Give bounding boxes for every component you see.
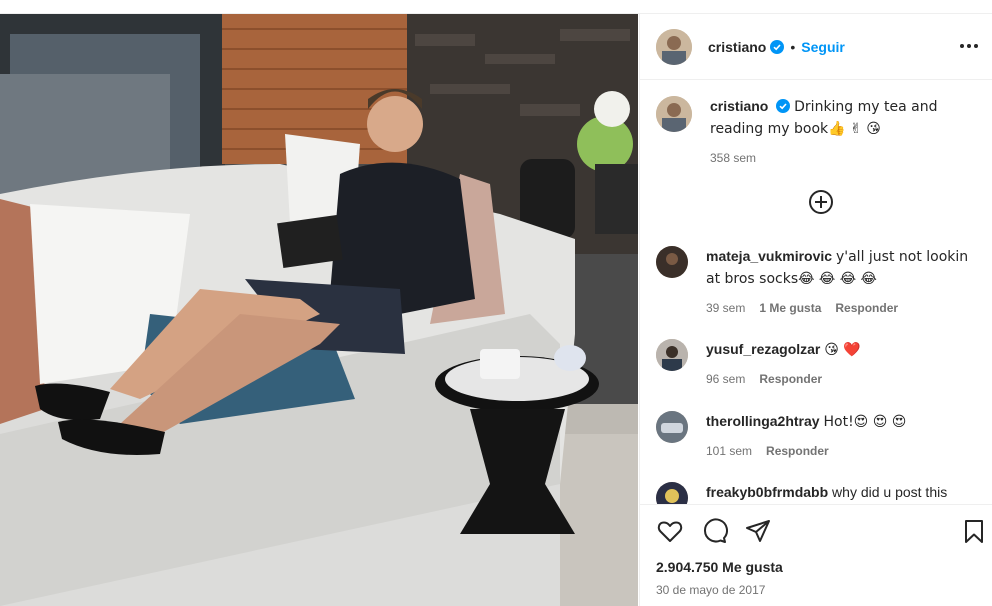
comment-body: mateja_vukmirovic y'all just not lookin …: [706, 246, 986, 319]
add-circle-icon[interactable]: [807, 188, 835, 216]
comment-username[interactable]: therollinga2htray: [706, 413, 820, 429]
caption-time: 358 sem: [710, 151, 757, 165]
more-options-icon[interactable]: [957, 36, 981, 56]
commenter-avatar[interactable]: [656, 246, 688, 278]
verified-badge-icon: [776, 98, 791, 113]
comment-username[interactable]: yusuf_rezagolzar: [706, 341, 820, 357]
comment-time: 39 sem: [706, 301, 746, 315]
reply-button[interactable]: Responder: [766, 441, 829, 462]
caption-username[interactable]: cristiano: [710, 98, 768, 114]
commenter-avatar[interactable]: [656, 339, 688, 371]
post-side-panel: cristiano • Seguir cristiano Drinking my…: [639, 14, 992, 606]
verified-badge-icon: [770, 39, 785, 54]
bookmark-icon[interactable]: [960, 517, 988, 545]
comment-item: mateja_vukmirovic y'all just not lookin …: [656, 246, 986, 319]
post-photo[interactable]: [0, 14, 638, 606]
comment-meta: 96 sem Responder: [706, 369, 861, 390]
comment-body: yusuf_rezagolzar 😘 ❤️ 96 sem Responder: [706, 339, 861, 390]
instagram-post-view: cristiano • Seguir cristiano Drinking my…: [0, 0, 992, 606]
comment-text: why did u post this: [832, 484, 948, 500]
comment-time: 96 sem: [706, 372, 746, 386]
caption-body: cristiano Drinking my tea and reading my…: [710, 96, 986, 169]
author-avatar[interactable]: [656, 28, 692, 65]
comment-body: therollinga2htray Hot!😍 😍 😍 101 sem Resp…: [706, 411, 906, 462]
reply-button[interactable]: Responder: [759, 369, 822, 390]
share-icon[interactable]: [744, 517, 772, 545]
comment-username[interactable]: mateja_vukmirovic: [706, 248, 832, 264]
follow-button[interactable]: Seguir: [801, 39, 845, 55]
comment-icon[interactable]: [700, 517, 728, 545]
post-photo-illustration: [0, 14, 638, 606]
top-bar: [0, 0, 992, 14]
heart-icon[interactable]: [656, 517, 684, 545]
comment-username[interactable]: freakyb0bfrmdabb: [706, 484, 828, 500]
comment-meta: 101 sem Responder: [706, 441, 906, 462]
likes-count[interactable]: 2.904.750 Me gusta: [656, 559, 783, 575]
author-username[interactable]: cristiano: [708, 39, 766, 55]
comment-item: therollinga2htray Hot!😍 😍 😍 101 sem Resp…: [656, 411, 986, 462]
comment-time: 101 sem: [706, 444, 753, 458]
comment-meta: 39 sem 1 Me gusta Responder: [706, 298, 986, 319]
comment-text: Hot!😍 😍 😍: [823, 414, 907, 430]
comment-item: yusuf_rezagolzar 😘 ❤️ 96 sem Responder: [656, 339, 986, 390]
comment-text: 😘 ❤️: [824, 342, 861, 358]
separator-dot: •: [790, 38, 796, 55]
caption-avatar[interactable]: [656, 96, 692, 132]
post-caption: cristiano Drinking my tea and reading my…: [656, 96, 986, 169]
reply-button[interactable]: Responder: [835, 298, 898, 319]
comment-likes[interactable]: 1 Me gusta: [759, 298, 821, 319]
post-header: cristiano • Seguir: [640, 14, 992, 80]
post-date: 30 de mayo de 2017: [656, 583, 766, 597]
commenter-avatar[interactable]: [656, 411, 688, 443]
